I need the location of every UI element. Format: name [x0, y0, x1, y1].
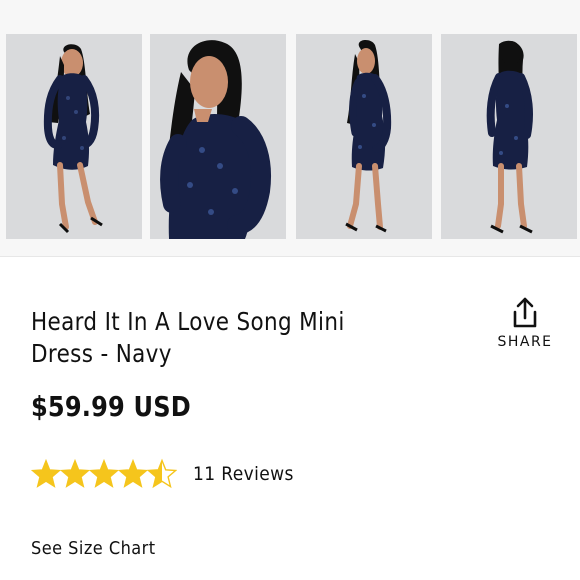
model-side-full-length-image	[296, 34, 432, 239]
share-icon	[513, 297, 537, 328]
reviews-link[interactable]: 11 Reviews	[193, 462, 294, 486]
product-price: $59.99 USD	[31, 390, 191, 423]
half-star-icon	[147, 459, 177, 488]
star-icon	[118, 459, 148, 488]
star-icon	[89, 459, 119, 488]
model-front-full-length-image	[6, 34, 142, 239]
rating-stars	[31, 459, 177, 488]
product-title: Heard It In A Love Song Mini Dress - Nav…	[31, 307, 345, 368]
product-page: Heard It In A Love Song Mini Dress - Nav…	[0, 0, 580, 580]
product-thumbnail-4[interactable]	[441, 34, 577, 239]
product-rating: 11 Reviews	[31, 456, 331, 492]
product-thumbnail-3[interactable]	[296, 34, 432, 239]
star-icon	[60, 459, 90, 488]
share-button[interactable]: SHARE	[495, 296, 555, 358]
size-chart-link[interactable]: See Size Chart	[31, 537, 156, 561]
star-icon	[31, 459, 61, 488]
share-label: SHARE	[497, 334, 553, 350]
model-back-full-length-image	[441, 34, 577, 239]
model-front-close-up-image	[150, 34, 286, 239]
product-thumbnail-2[interactable]	[150, 34, 286, 239]
product-thumbnail-1[interactable]	[6, 34, 142, 239]
product-image-gallery	[0, 0, 580, 257]
